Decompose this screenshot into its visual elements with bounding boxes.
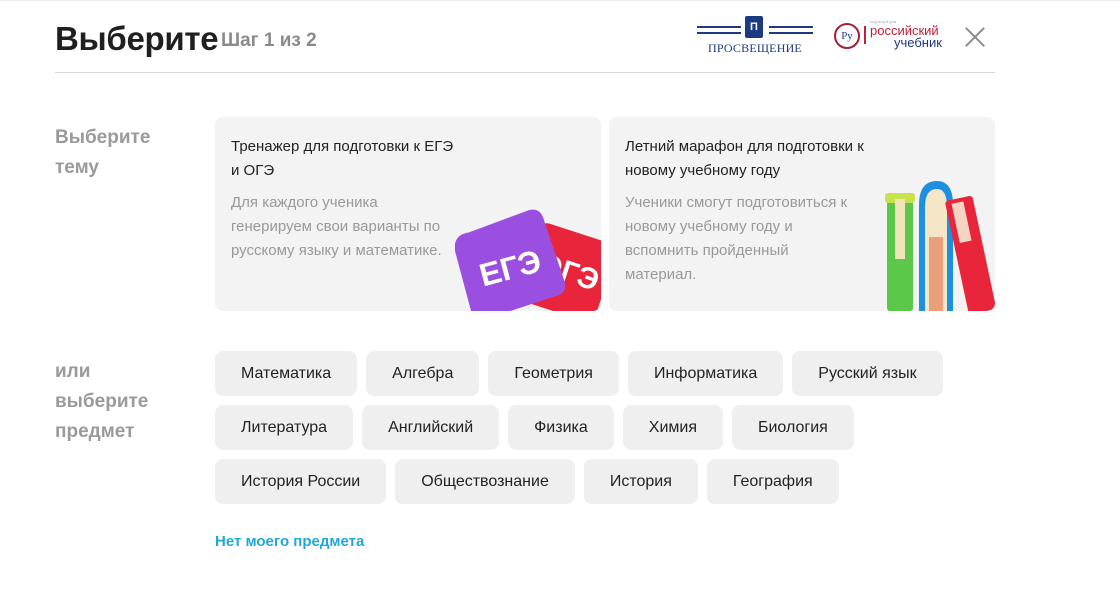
topic-label: Выберите тему xyxy=(55,123,150,183)
top-divider xyxy=(0,0,1120,1)
russian-textbook-logo: Ру корпорация российский учебник xyxy=(834,19,950,54)
card-title: Летний марафон для подготовки к новому у… xyxy=(625,138,864,179)
subject-chip-social-studies[interactable]: Обществознание xyxy=(395,459,575,504)
topic-card-ege-oge[interactable]: Тренажер для подготовки к ЕГЭ и ОГЭ Для … xyxy=(215,117,601,311)
subject-chip-geometry[interactable]: Геометрия xyxy=(488,351,619,396)
no-subject-link[interactable]: Нет моего предмета xyxy=(215,533,364,550)
subject-chip-algebra[interactable]: Алгебра xyxy=(366,351,480,396)
russian-textbook-mark-icon: Ру xyxy=(834,23,860,49)
subject-chip-biology[interactable]: Биология xyxy=(731,405,854,450)
chip-row: Математика Алгебра Геометрия Информатика… xyxy=(215,351,995,396)
ege-oge-badges-icon: ОГЭ ЕГЭ xyxy=(455,209,601,311)
logo-bar xyxy=(864,26,866,44)
subject-chip-history[interactable]: История xyxy=(583,459,698,504)
logo-line xyxy=(769,26,813,28)
topic-card-summer-marathon[interactable]: Летний марафон для подготовки к новому у… xyxy=(609,117,995,311)
subject-chip-math[interactable]: Математика xyxy=(215,351,358,396)
subject-chip-english[interactable]: Английский xyxy=(362,405,500,450)
subject-chip-russian[interactable]: Русский язык xyxy=(792,351,943,396)
subject-chip-literature[interactable]: Литература xyxy=(215,405,354,450)
prosveshchenie-logo: П ПРОСВЕЩЕНИЕ xyxy=(697,16,813,56)
topic-label-line: Выберите xyxy=(55,127,151,148)
subject-label: или выберите предмет xyxy=(55,357,148,447)
close-icon[interactable] xyxy=(962,24,988,50)
card-description: Для каждого ученика генерируем свои вари… xyxy=(231,194,442,259)
logo-line xyxy=(769,32,813,34)
subject-label-line: предмет xyxy=(55,421,135,442)
step-indicator: Шаг 1 из 2 xyxy=(221,30,317,51)
chip-row: Литература Английский Физика Химия Биоло… xyxy=(215,405,995,450)
subject-chip-chemistry[interactable]: Химия xyxy=(622,405,723,450)
header-divider xyxy=(55,72,995,73)
subject-chip-russian-history[interactable]: История России xyxy=(215,459,387,504)
card-description: Ученики смогут подготовиться к новому уч… xyxy=(625,194,848,283)
subject-label-line: или xyxy=(55,361,91,382)
prosveshchenie-mark-icon: П xyxy=(745,16,763,38)
subject-label-line: выберите xyxy=(55,391,149,412)
page-title: Выберите xyxy=(55,20,219,57)
prosveshchenie-logo-text: ПРОСВЕЩЕНИЕ xyxy=(708,41,802,55)
logo-line xyxy=(697,32,741,34)
subject-chip-informatics[interactable]: Информатика xyxy=(627,351,784,396)
chip-row: История России Обществознание История Ге… xyxy=(215,459,995,504)
subject-chip-geography[interactable]: География xyxy=(706,459,839,504)
topic-label-line: тему xyxy=(55,157,99,178)
subject-chip-physics[interactable]: Физика xyxy=(508,405,614,450)
card-title: Тренажер для подготовки к ЕГЭ и ОГЭ xyxy=(231,138,454,179)
subject-chips: Математика Алгебра Геометрия Информатика… xyxy=(215,351,995,513)
books-icon xyxy=(885,181,995,311)
logo-line xyxy=(697,26,741,28)
logo-line-2: учебник xyxy=(894,35,942,50)
